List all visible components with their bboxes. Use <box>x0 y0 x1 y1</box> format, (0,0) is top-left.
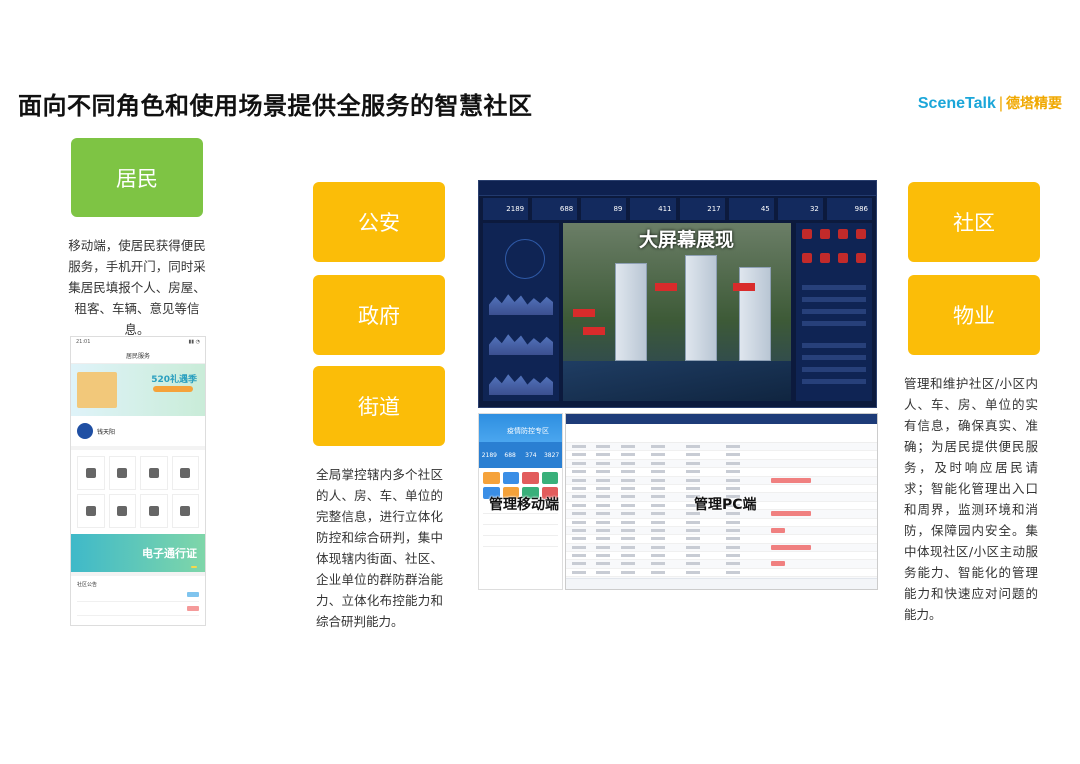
property-description: 管理和维护社区/小区内人、车、房、单位的实有信息，确保真实、准确；为居民提供便民… <box>904 376 1038 622</box>
service-cell <box>77 456 105 490</box>
service-cell <box>171 456 199 490</box>
service-cell <box>140 456 168 490</box>
table-row <box>566 543 877 553</box>
pc-topbar <box>566 414 877 424</box>
radar-chart <box>505 239 545 279</box>
table-row <box>566 451 877 460</box>
table-row <box>566 476 877 485</box>
table-row <box>566 535 877 544</box>
big-screen-caption: 大屏幕展现 <box>639 229 735 251</box>
pc-table <box>566 443 877 589</box>
dashboard-stats: 2189 688 89 411 217 45 32 986 <box>483 198 872 220</box>
role-street-box: 街道 <box>313 366 445 446</box>
avatar <box>77 423 93 439</box>
role-police-box: 公安 <box>313 182 445 262</box>
phone-service-grid <box>71 450 205 534</box>
service-cell <box>77 494 105 528</box>
service-cell <box>140 494 168 528</box>
phone-pass-text: 电子通行证 <box>142 547 197 560</box>
phone-notice-title: 社区公告 <box>77 582 98 588</box>
alert-tag <box>583 327 605 335</box>
area-chart <box>489 294 553 315</box>
mobile-stat: 3827 <box>543 451 560 459</box>
alert-tag <box>573 309 595 317</box>
phone-header-title: 居民服务 <box>125 353 150 360</box>
table-row <box>566 468 877 477</box>
role-community-box: 社区 <box>908 182 1040 262</box>
mobile-caption: 管理移动端 <box>489 497 559 513</box>
role-property-box: 物业 <box>908 275 1040 355</box>
dashboard-topbar <box>479 181 876 196</box>
mobile-stat: 374 <box>525 451 537 459</box>
mobile-header: 疫情防控专区 <box>479 414 562 442</box>
pc-filter-bar <box>566 424 877 443</box>
phone-header: 居民服务 <box>71 351 205 364</box>
alert-tag <box>655 283 677 291</box>
pc-pagination <box>566 578 877 589</box>
phone-user-row: 钱天阳 <box>71 416 205 450</box>
table-row <box>566 519 877 527</box>
service-cell <box>108 456 136 490</box>
resident-description: 移动端，使居民获得便民服务，手机开门，同时采集居民填报个人、房屋、租客、车辆、意… <box>68 238 206 337</box>
alert-tag <box>733 283 755 291</box>
phone-time: 21:01 <box>76 339 91 345</box>
area-chart <box>489 334 553 355</box>
phone-notice: 社区公告 <box>71 572 205 621</box>
dashboard-stat: 89 <box>581 198 627 220</box>
dashboard-stat: 986 <box>826 198 872 220</box>
phone-user-name: 钱天阳 <box>97 428 116 436</box>
brand-latin: SceneTalk <box>917 95 996 112</box>
mobile-stat: 2189 <box>481 451 498 459</box>
government-description: 全局掌控辖内多个社区的人、房、车、单位的完整信息，进行立体化防控和综合研判，集中… <box>316 467 443 629</box>
table-row <box>566 560 877 569</box>
brand-logo: SceneTalk | 德塔精要 <box>918 93 1062 113</box>
road <box>563 361 791 401</box>
dashboard-stat: 45 <box>728 198 774 220</box>
dashboard-stat: 217 <box>679 198 725 220</box>
brand-separator: | <box>998 95 1003 112</box>
management-pc-screenshot: 管理PC端 <box>565 413 878 590</box>
resident-phone-screenshot: 21:01 ▮▮ ◔ 居民服务 520礼遇季 钱天阳 电子通行证 社区公告 <box>70 336 206 626</box>
phone-banner-text: 520礼遇季 <box>151 375 197 385</box>
phone-pass-banner: 电子通行证 <box>71 534 205 572</box>
table-row <box>566 569 877 578</box>
table-row <box>566 526 877 536</box>
service-cell <box>108 494 136 528</box>
mobile-title: 疫情防控专区 <box>507 427 549 435</box>
mobile-stat: 688 <box>504 451 516 459</box>
area-chart <box>489 374 553 395</box>
dashboard-stat: 2189 <box>483 198 529 220</box>
dashboard-right-panel <box>796 223 872 401</box>
pc-caption: 管理PC端 <box>694 497 757 513</box>
dashboard-stat: 688 <box>532 198 578 220</box>
building <box>685 255 717 361</box>
table-row <box>566 443 877 452</box>
table-row <box>566 552 877 561</box>
role-resident-box: 居民 <box>71 138 203 217</box>
building <box>615 263 647 361</box>
dashboard-left-panel <box>483 223 559 401</box>
brand-cn: 德塔精要 <box>1006 95 1062 111</box>
mobile-stats: 2189 688 374 3827 <box>479 442 562 468</box>
big-screen-dashboard: 2189 688 89 411 217 45 32 986 大屏幕展现 <box>478 180 877 408</box>
phone-banner: 520礼遇季 <box>71 364 205 416</box>
role-government-box: 政府 <box>313 275 445 355</box>
dashboard-stat: 411 <box>630 198 676 220</box>
table-row <box>566 459 877 469</box>
management-mobile-screenshot: 疫情防控专区 2189 688 374 3827 管理移动端 <box>478 413 563 590</box>
service-cell <box>171 494 199 528</box>
signal-icon: ▮▮ ◔ <box>188 339 200 345</box>
building <box>739 267 771 361</box>
table-row <box>566 485 877 494</box>
page-title: 面向不同角色和使用场景提供全服务的智慧社区 <box>18 92 533 120</box>
dashboard-stat: 32 <box>777 198 823 220</box>
